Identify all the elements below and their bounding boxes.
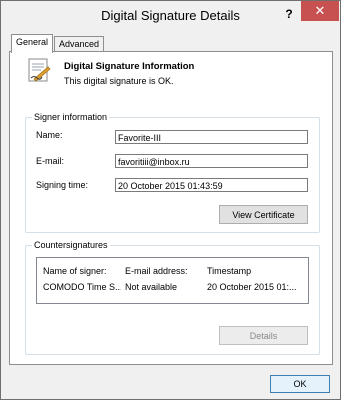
- column-header-name[interactable]: Name of signer:: [43, 266, 119, 276]
- title-bar: Digital Signature Details ? ✕: [1, 1, 340, 30]
- tab-advanced[interactable]: Advanced: [54, 36, 105, 52]
- ok-button[interactable]: OK: [270, 375, 330, 393]
- signing-time-label: Signing time:: [36, 180, 89, 190]
- email-label: E-mail:: [36, 156, 65, 166]
- column-header-timestamp[interactable]: Timestamp: [207, 266, 307, 276]
- countersignatures-list[interactable]: Name of signer: E-mail address: Timestam…: [36, 257, 309, 304]
- column-header-email[interactable]: E-mail address:: [125, 266, 203, 276]
- email-field[interactable]: favoritiii@inbox.ru: [115, 154, 308, 168]
- info-title: Digital Signature Information: [64, 61, 195, 72]
- signature-status: This digital signature is OK.: [64, 76, 174, 86]
- dialog-window: Digital Signature Details ? ✕ General Ad…: [0, 0, 341, 400]
- help-button[interactable]: ?: [277, 5, 301, 23]
- details-button[interactable]: Details: [219, 326, 308, 345]
- row-timestamp[interactable]: 20 October 2015 01:...: [207, 282, 307, 292]
- certificate-icon: [26, 57, 52, 85]
- row-email[interactable]: Not available: [125, 282, 203, 292]
- view-certificate-button[interactable]: View Certificate: [219, 205, 308, 224]
- countersignatures-group-label: Countersignatures: [32, 240, 110, 250]
- signer-group-label: Signer information: [32, 112, 110, 122]
- name-label: Name:: [36, 130, 63, 140]
- name-field[interactable]: Favorite-III: [115, 130, 308, 144]
- tab-general[interactable]: General: [11, 34, 54, 53]
- signing-time-field[interactable]: 20 October 2015 01:43:59: [115, 178, 308, 192]
- close-button[interactable]: ✕: [301, 1, 339, 21]
- row-signer-name[interactable]: COMODO Time S...: [43, 282, 121, 292]
